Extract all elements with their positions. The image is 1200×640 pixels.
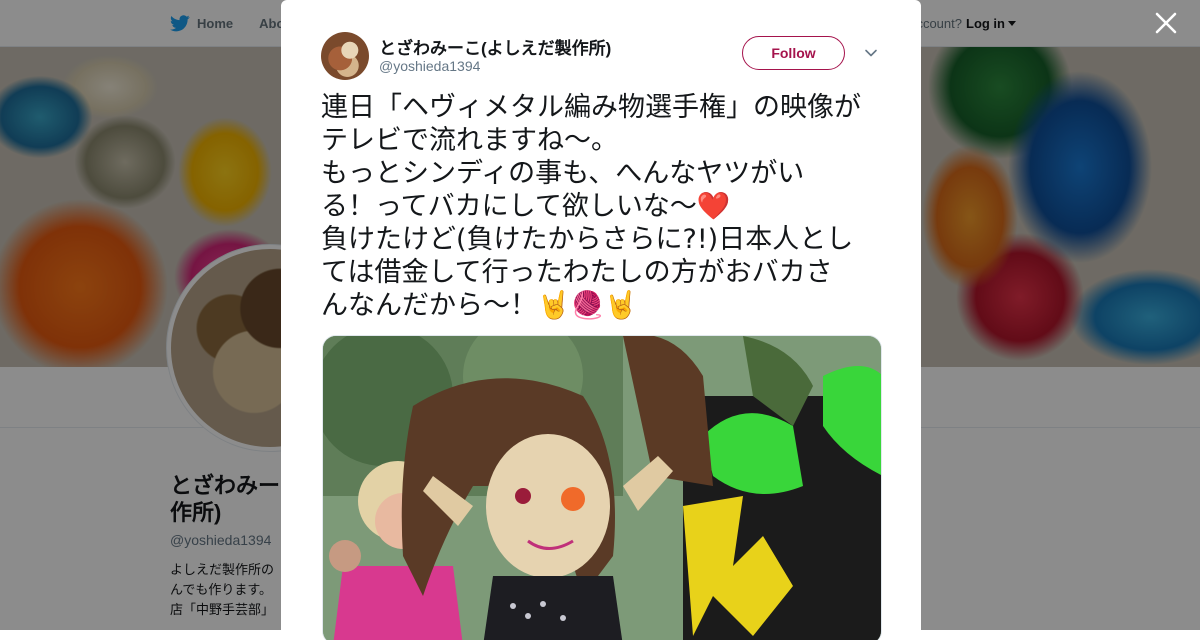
tweet-photo-image: [323, 336, 881, 640]
chevron-down-icon[interactable]: [864, 46, 878, 60]
author-handle[interactable]: @yoshieda1394: [379, 58, 480, 74]
close-icon: [1155, 12, 1177, 34]
tweet-text: 連日「ヘヴィメタル編み物選手権」の映像が テレビで流れますね～。 もっとシンディ…: [321, 92, 861, 321]
follow-button[interactable]: Follow: [742, 36, 845, 70]
tweet-modal: とざわみーこ(よしえだ製作所) @yoshieda1394 Follow 連日「…: [281, 0, 921, 640]
author-avatar[interactable]: [321, 32, 369, 80]
tweet-photo[interactable]: [322, 335, 882, 640]
close-button[interactable]: [1154, 12, 1178, 36]
tweet-header: とざわみーこ(よしえだ製作所) @yoshieda1394 Follow: [321, 32, 881, 82]
author-name[interactable]: とざわみーこ(よしえだ製作所): [379, 34, 611, 59]
